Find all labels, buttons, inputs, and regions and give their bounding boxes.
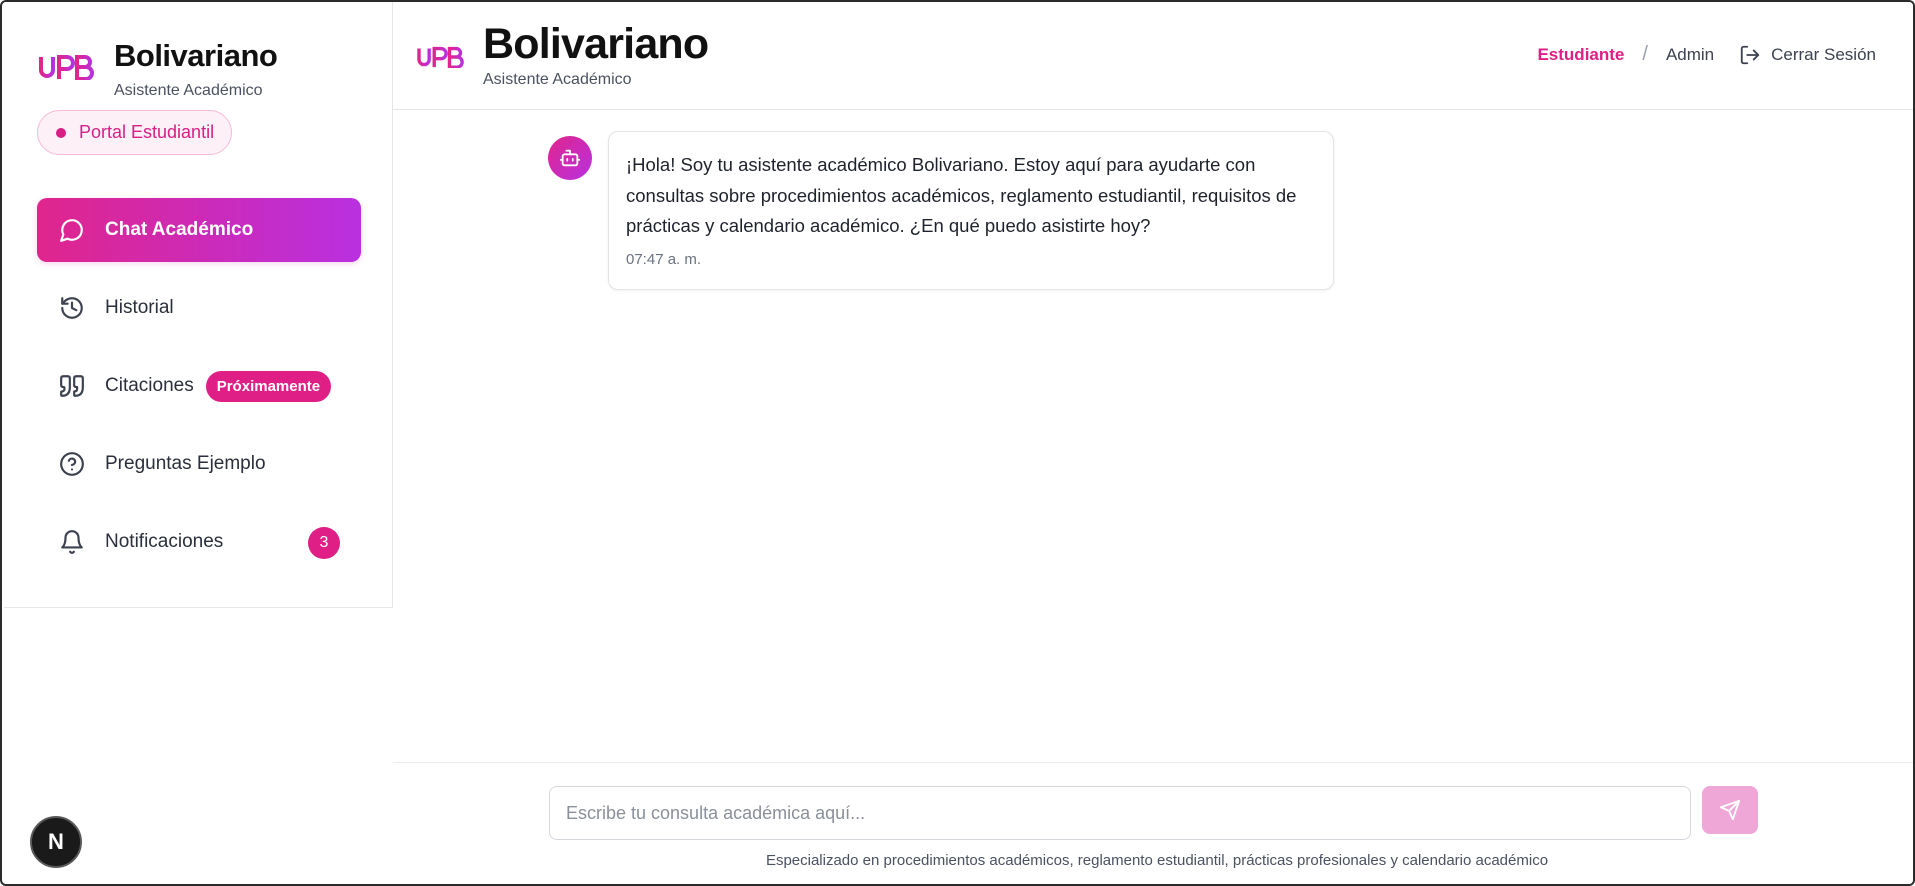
history-icon (59, 295, 85, 321)
sidebar-brand-subtitle: Asistente Académico (114, 82, 263, 99)
bot-icon (559, 149, 581, 167)
header-subtitle: Asistente Académico (483, 71, 632, 88)
sidebar-item-label: Citaciones (105, 375, 194, 396)
upb-logo (39, 55, 94, 80)
nav-admin-link[interactable]: Admin (1666, 45, 1714, 65)
logout-label: Cerrar Sesión (1771, 44, 1876, 64)
bell-icon (59, 529, 85, 555)
sidebar-item-citaciones[interactable]: Citaciones Próximamente (37, 354, 361, 418)
sidebar-item-preguntas-ejemplo[interactable]: Preguntas Ejemplo (37, 432, 361, 496)
header-brand: Bolivariano Asistente Académico (415, 20, 709, 89)
send-icon (1719, 799, 1741, 821)
message-timestamp: 07:47 a. m. (626, 250, 702, 268)
sidebar-item-chat-academico[interactable]: Chat Académico (37, 198, 361, 262)
sidebar-item-notificaciones[interactable]: Notificaciones 3 (37, 510, 361, 574)
composer-hint: Especializado en procedimientos académic… (765, 852, 1549, 869)
sidebar-brand: Bolivariano Asistente Académico (37, 38, 278, 100)
chat-input[interactable] (549, 786, 1691, 840)
sidebar-item-label: Preguntas Ejemplo (105, 453, 266, 474)
sidebar-item-label: Notificaciones (105, 531, 224, 552)
sidebar-nav: Chat Académico Historial Citaciones Próx… (37, 198, 361, 588)
sidebar-item-historial[interactable]: Historial (37, 276, 361, 340)
app-window: Bolivariano Asistente Académico Portal E… (0, 0, 1915, 886)
nextjs-dev-badge[interactable]: N (30, 816, 82, 868)
header-nav: Estudiante / Admin Cerrar Sesión (1537, 43, 1876, 66)
chat-composer: Especializado en procedimientos académic… (393, 762, 1913, 884)
sidebar-item-label: Chat Académico (105, 219, 254, 240)
nav-estudiante-link[interactable]: Estudiante (1537, 45, 1624, 65)
sidebar-brand-title: Bolivariano (114, 38, 278, 73)
upb-logo (417, 46, 464, 68)
sidebar-item-label: Historial (105, 297, 174, 318)
header-title: Bolivariano (483, 20, 709, 68)
help-circle-icon (59, 451, 85, 477)
status-dot-icon (56, 127, 66, 138)
logout-button[interactable]: Cerrar Sesión (1739, 44, 1876, 66)
send-button[interactable] (1702, 786, 1758, 834)
coming-soon-badge: Próximamente (205, 370, 332, 402)
notification-count-badge: 3 (308, 527, 340, 559)
nav-separator: / (1642, 43, 1648, 65)
quote-icon (59, 373, 85, 399)
portal-badge-label: Portal Estudiantil (79, 122, 215, 142)
bot-avatar (548, 136, 592, 180)
message-text: ¡Hola! Soy tu asistente académico Boliva… (626, 154, 1297, 236)
logout-icon (1740, 45, 1760, 64)
top-header: Bolivariano Asistente Académico Estudian… (393, 2, 1913, 110)
chat-bubble-icon (59, 217, 85, 243)
sidebar: Bolivariano Asistente Académico Portal E… (4, 2, 393, 608)
bot-message-bubble: ¡Hola! Soy tu asistente académico Boliva… (608, 131, 1334, 290)
portal-badge: Portal Estudiantil (37, 110, 233, 155)
